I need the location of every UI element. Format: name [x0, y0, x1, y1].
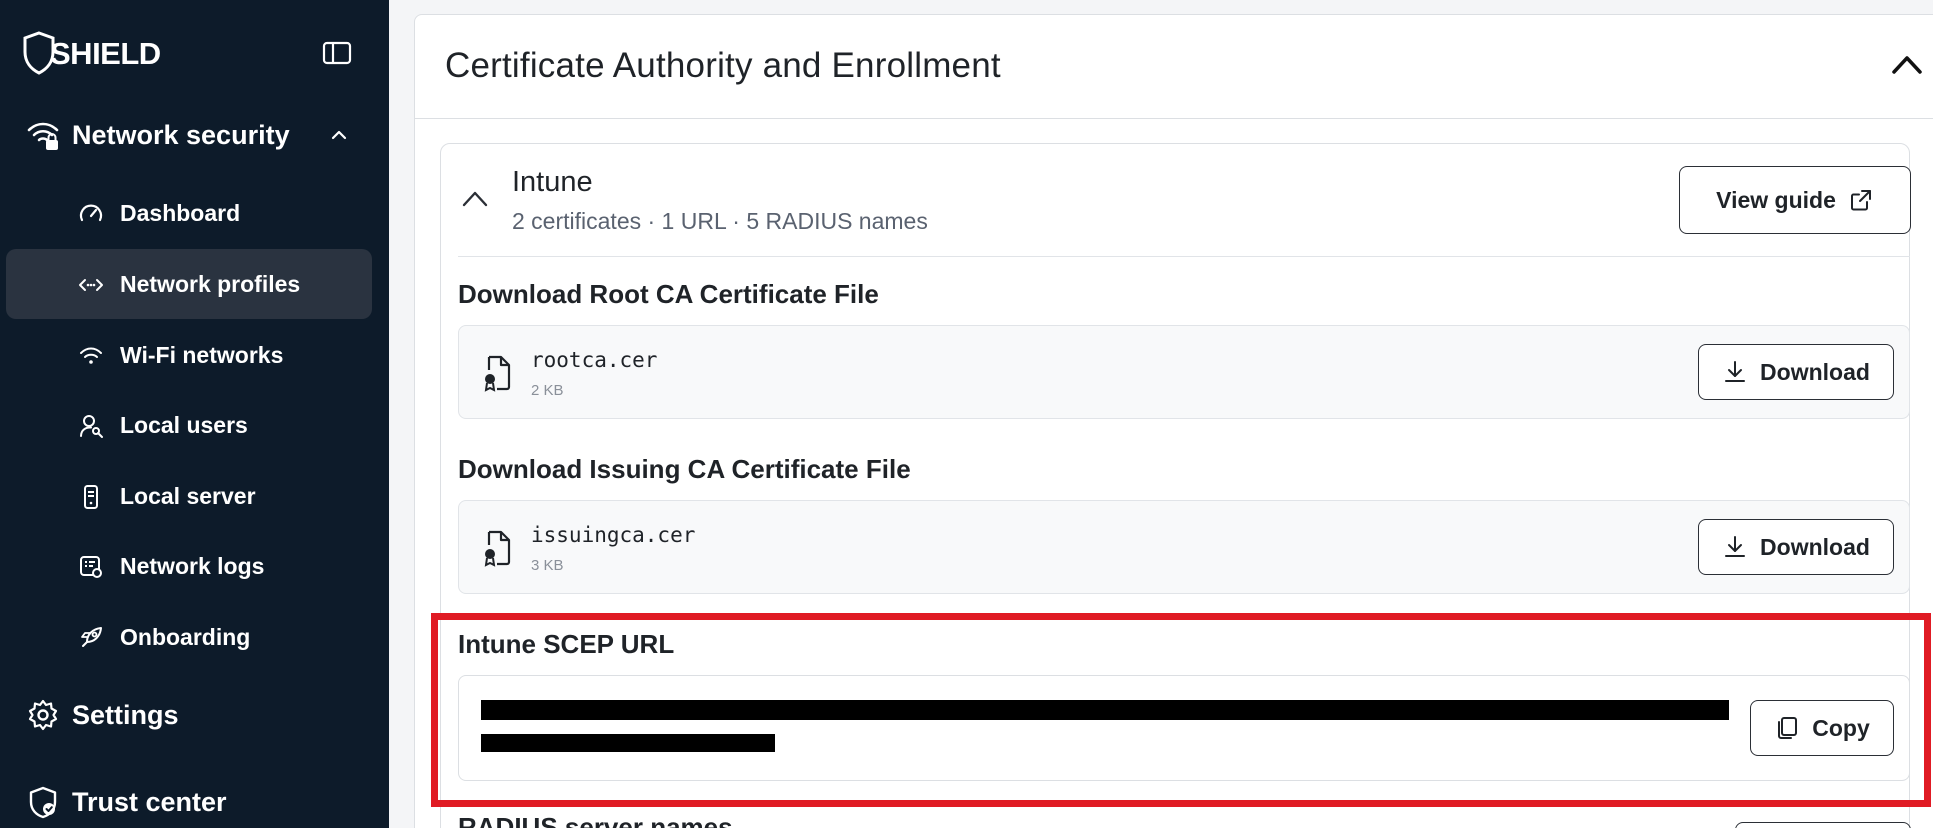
- sidebar-item-label: Dashboard: [120, 199, 241, 226]
- sidebar-item-network-logs[interactable]: Network logs: [6, 531, 372, 601]
- sidebar-item-dashboard[interactable]: Dashboard: [6, 178, 372, 248]
- issuing-ca-file-row: issuingca.cer 3 KB: [458, 500, 1910, 594]
- file-size: 3 KB: [531, 557, 564, 574]
- sidebar-item-label: Network logs: [120, 552, 265, 579]
- collapse-chevron-up-icon[interactable]: [1890, 50, 1924, 78]
- issuing-ca-section-title: Download Issuing CA Certificate File: [458, 454, 911, 484]
- sidebar-section-label: Settings: [72, 699, 179, 730]
- sidebar-item-label: Network profiles: [120, 270, 301, 297]
- file-name: issuingca.cer: [531, 523, 696, 547]
- sidebar-item-label: Onboarding: [120, 623, 251, 650]
- chevron-up-icon[interactable]: [328, 124, 350, 146]
- intune-chevron-up-icon[interactable]: [460, 188, 490, 210]
- logo-row: SHIELD: [22, 30, 362, 78]
- sidebar-section-network-security[interactable]: Network security: [26, 118, 347, 152]
- root-ca-section-title: Download Root CA Certificate File: [458, 279, 879, 309]
- logo[interactable]: SHIELD: [22, 30, 161, 76]
- wifi-lock-icon: [27, 122, 59, 150]
- download-icon: [1725, 536, 1746, 557]
- user-key-icon: [80, 415, 103, 438]
- download-root-ca-button[interactable]: Download: [1698, 344, 1894, 400]
- sidebar-item-local-users[interactable]: Local users: [6, 390, 372, 460]
- divider: [415, 118, 1933, 119]
- sidebar-item-local-server[interactable]: Local server: [6, 461, 372, 531]
- gauge-icon: [79, 204, 103, 222]
- logo-text: SHIELD: [50, 36, 161, 71]
- logs-icon: [80, 556, 102, 578]
- sidebar-item-network-profiles[interactable]: Network profiles: [6, 249, 372, 319]
- file-name: rootca.cer: [531, 348, 658, 372]
- gear-icon: [28, 699, 58, 731]
- card-title: Certificate Authority and Enrollment: [445, 46, 1001, 85]
- highlight-box: [431, 613, 1931, 807]
- sidebar-section-settings[interactable]: Settings: [26, 698, 179, 732]
- certificate-file-icon: [484, 530, 511, 567]
- server-icon: [84, 485, 98, 509]
- certificate-file-icon: [484, 355, 511, 392]
- rocket-icon: [81, 627, 102, 647]
- wifi-icon: [80, 347, 102, 364]
- radius-copy-button[interactable]: [1735, 822, 1911, 828]
- download-issuing-ca-button[interactable]: Download: [1698, 519, 1894, 575]
- app-root: SHIELD Network security Dashboard Networ…: [0, 0, 1933, 828]
- radius-section-title: RADIUS server names: [458, 812, 733, 828]
- sidebar-item-label: Local server: [120, 482, 256, 509]
- intune-title: Intune: [512, 166, 593, 198]
- root-ca-file-row: rootca.cer 2 KB: [458, 325, 1910, 419]
- view-guide-button[interactable]: View guide: [1679, 166, 1911, 234]
- sidebar-item-label: Local users: [120, 411, 248, 438]
- sidebar-section-label: Network security: [72, 119, 290, 150]
- file-size: 2 KB: [531, 382, 564, 399]
- external-link-icon: [1850, 190, 1871, 211]
- sidebar-toggle-icon[interactable]: [322, 40, 352, 66]
- sidebar-item-onboarding[interactable]: Onboarding: [6, 602, 372, 672]
- sidebar-item-label: Wi-Fi networks: [120, 341, 284, 368]
- view-guide-label: View guide: [1716, 186, 1836, 213]
- sidebar-section-label: Trust center: [72, 786, 227, 817]
- sidebar-section-trust-center[interactable]: Trust center: [26, 785, 227, 819]
- sidebar-item-wifi-networks[interactable]: Wi-Fi networks: [6, 320, 372, 390]
- download-label: Download: [1760, 358, 1870, 385]
- code-arrows-icon: [79, 279, 103, 291]
- divider: [458, 256, 1910, 257]
- shield-check-icon: [29, 786, 57, 819]
- download-icon: [1725, 361, 1746, 382]
- download-label: Download: [1760, 533, 1870, 560]
- intune-subtitle: 2 certificates · 1 URL · 5 RADIUS names: [512, 208, 928, 234]
- sidebar: SHIELD Network security Dashboard Networ…: [0, 0, 389, 828]
